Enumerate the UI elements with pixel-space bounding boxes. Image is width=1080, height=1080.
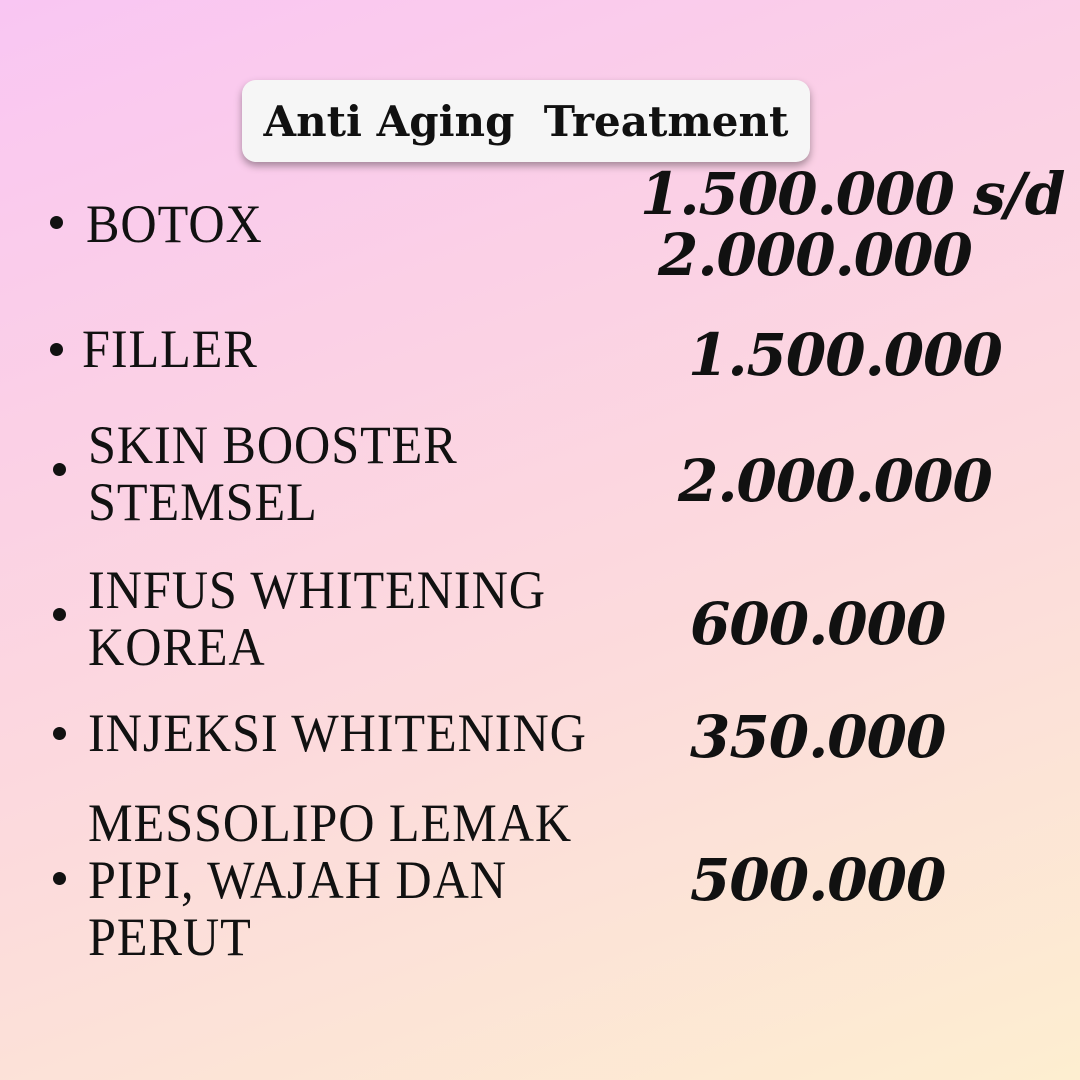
treatment-name: PIPI, WAJAH DAN	[88, 850, 508, 910]
bullet-icon	[50, 343, 63, 356]
treatment-name: SKIN BOOSTER	[88, 415, 458, 475]
bullet-icon	[53, 463, 66, 476]
bullet-icon	[50, 216, 63, 229]
treatment-name: PERUT	[88, 907, 252, 967]
bullet-icon	[53, 608, 66, 621]
treatment-name: FILLER	[82, 319, 258, 379]
treatment-name: INJEKSI WHITENING	[88, 703, 587, 763]
page-title: Anti Aging Treatment	[263, 96, 789, 146]
treatment-price: 350.000	[690, 703, 946, 771]
treatment-price: 500.000	[690, 846, 946, 914]
treatment-price: 2.000.000	[678, 447, 993, 515]
bullet-icon	[53, 727, 66, 740]
treatment-name: INFUS WHITENING	[88, 560, 546, 620]
treatment-price: 2.000.000	[658, 221, 973, 289]
treatment-price: 1.500.000 s/d	[640, 160, 1065, 228]
treatment-name: STEMSEL	[88, 472, 318, 532]
treatment-price: 600.000	[690, 590, 946, 658]
treatment-name: MESSOLIPO LEMAK	[88, 793, 573, 853]
treatment-name: BOTOX	[86, 194, 263, 254]
treatment-name: KOREA	[88, 617, 266, 677]
title-banner: Anti Aging Treatment	[242, 80, 810, 162]
bullet-icon	[53, 872, 66, 885]
treatment-price: 1.500.000	[688, 321, 1003, 389]
